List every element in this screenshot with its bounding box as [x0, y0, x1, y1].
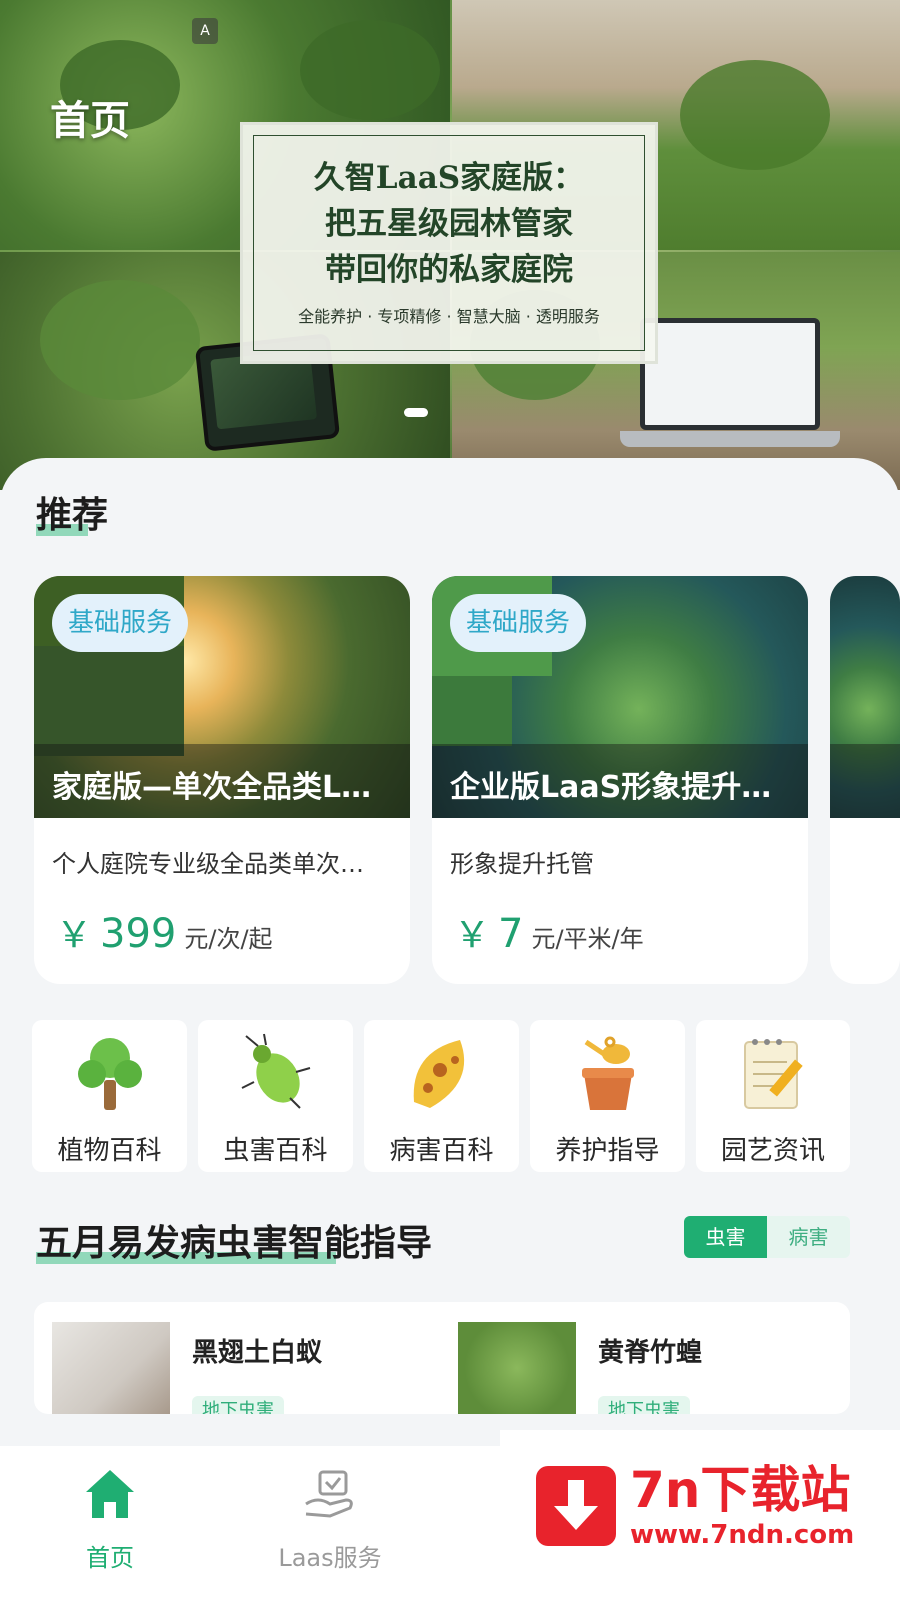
card-description: 形象提升托管: [450, 850, 594, 878]
category-pest-encyclopedia[interactable]: 虫害百科: [198, 1020, 353, 1172]
watermark-title: 7n下载站: [630, 1461, 851, 1519]
banner-subtitle: 全能养护 · 专项精修 · 智慧大脑 · 透明服务: [298, 307, 600, 326]
nav-item-home[interactable]: 首页: [30, 1464, 190, 1573]
notepad-pencil-icon: [744, 1039, 803, 1109]
hero-banner[interactable]: A 首页 久智LaaS家庭版： 把五星级园林管家 带回你的私家庭院 全能养护 ·…: [0, 0, 900, 490]
card-title: 家庭版—单次全品类L…: [52, 770, 372, 805]
card-description: 个人庭院专业级全品类单次…: [52, 850, 364, 878]
category-label: 养护指导: [555, 1136, 660, 1166]
section-title-pest-guide: 五月易发病虫害智能指导: [36, 1223, 433, 1264]
category-label: 病害百科: [389, 1136, 494, 1166]
category-disease-encyclopedia[interactable]: 病害百科: [364, 1020, 519, 1172]
card-tag: 基础服务: [52, 594, 189, 652]
tab-disease[interactable]: 病害: [767, 1216, 850, 1258]
category-plant-encyclopedia[interactable]: 植物百科: [32, 1020, 187, 1172]
pest-image-termite[interactable]: [52, 1322, 170, 1414]
card-tag: 基础服务: [450, 594, 587, 652]
pest-list: 黑翅土白蚁 地下虫害 黄脊竹蝗 地下虫害: [34, 1302, 850, 1414]
pest-tag: 地下虫害: [598, 1396, 690, 1414]
nav-label: Laas服务: [278, 1544, 382, 1572]
card-title: 企业版LaaS形象提升…: [450, 770, 772, 805]
nav-item-laas-service[interactable]: Laas服务: [250, 1464, 410, 1573]
banner-headline: 久智LaaS家庭版： 把五星级园林管家 带回你的私家庭院: [313, 160, 585, 288]
category-label: 植物百科: [57, 1136, 162, 1166]
pest-name[interactable]: 黑翅土白蚁: [192, 1332, 322, 1369]
card-price: ￥ 399 元/次/起: [56, 911, 273, 957]
pest-name[interactable]: 黄脊竹蝗: [598, 1332, 702, 1369]
page-title: 首页: [50, 98, 130, 144]
ai-badge-icon: A: [192, 18, 218, 44]
watering-pot-icon: [581, 1036, 634, 1110]
download-arrow-icon: [536, 1466, 616, 1546]
section-title-recommend: 推荐: [36, 495, 109, 536]
nav-label: 首页: [86, 1544, 134, 1572]
category-label: 园艺资讯: [720, 1136, 825, 1166]
home-icon: [86, 1470, 134, 1518]
category-label: 虫害百科: [223, 1136, 328, 1166]
pest-image-locust[interactable]: [458, 1322, 576, 1414]
recommend-card[interactable]: 基础服务 企业版LaaS形象提升… 形象提升托管 ￥ 7 元/平米/年: [432, 576, 808, 984]
beetle-icon: [241, 1033, 310, 1109]
recommend-card-peek[interactable]: [830, 576, 900, 984]
tab-pest[interactable]: 虫害: [684, 1216, 767, 1258]
pest-type-toggle[interactable]: 虫害 病害: [684, 1216, 850, 1258]
watermark: 7n下载站 www.7ndn.com: [500, 1430, 900, 1600]
category-gardening-news[interactable]: 园艺资讯: [696, 1020, 850, 1172]
tree-icon: [77, 1038, 142, 1110]
recommend-card[interactable]: 基础服务 家庭版—单次全品类L… 个人庭院专业级全品类单次… ￥ 399 元/次/起: [34, 576, 410, 984]
banner-promo-box: 久智LaaS家庭版： 把五星级园林管家 带回你的私家庭院 全能养护 · 专项精修…: [240, 122, 658, 364]
watermark-url: www.7ndn.com: [630, 1520, 855, 1550]
category-care-guide[interactable]: 养护指导: [530, 1020, 685, 1172]
hand-service-icon: [305, 1470, 353, 1518]
diseased-leaf-icon: [413, 1040, 464, 1108]
pest-tag: 地下虫害: [192, 1396, 284, 1414]
laptop-device-image: [620, 318, 840, 447]
carousel-indicator[interactable]: [404, 408, 428, 417]
card-price: ￥ 7 元/平米/年: [454, 911, 644, 957]
